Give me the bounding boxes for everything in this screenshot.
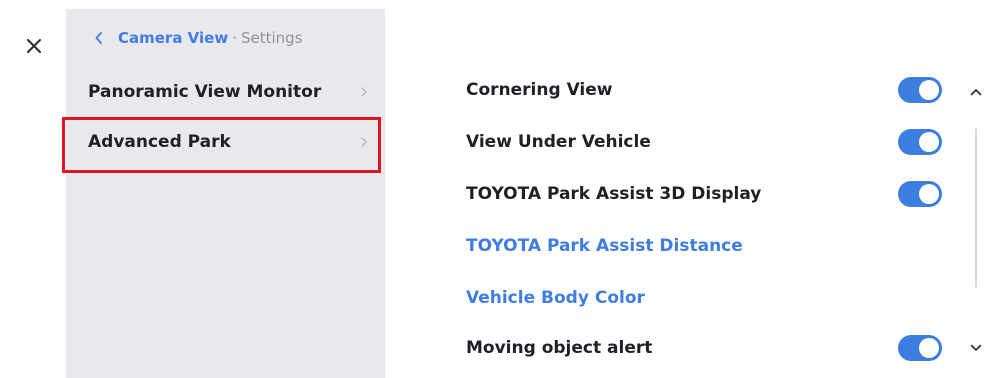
park-assist-distance-link[interactable]: TOYOTA Park Assist Distance (466, 220, 743, 272)
toggle-knob (919, 132, 939, 152)
park-assist-3d-display-toggle[interactable] (898, 181, 942, 207)
setting-vehicle-body-color: Vehicle Body Color (466, 272, 966, 324)
sidebar-item-advanced-park[interactable]: Advanced Park (66, 117, 385, 167)
setting-moving-object-alert: Moving object alert (466, 322, 966, 374)
toggle-knob (919, 80, 939, 100)
scrollbar-track[interactable] (975, 128, 977, 288)
chevron-up-icon (970, 89, 982, 96)
back-button[interactable] (92, 31, 106, 45)
cornering-view-toggle[interactable] (898, 77, 942, 103)
chevron-left-icon (95, 32, 102, 44)
setting-label: View Under Vehicle (466, 132, 651, 152)
setting-view-under-vehicle: View Under Vehicle (466, 116, 966, 168)
scroll-down-button[interactable] (964, 336, 988, 360)
sidebar-item-label: Advanced Park (88, 132, 231, 152)
breadcrumb: Camera View · Settings (92, 27, 303, 49)
sidebar-item-panoramic-view-monitor[interactable]: Panoramic View Monitor (66, 67, 385, 117)
toggle-knob (919, 184, 939, 204)
chevron-down-icon (970, 344, 982, 351)
breadcrumb-separator: · (232, 29, 237, 47)
setting-label: Moving object alert (466, 338, 653, 358)
moving-object-alert-toggle[interactable] (898, 335, 942, 361)
chevron-right-icon (361, 87, 367, 97)
setting-cornering-view: Cornering View (466, 64, 966, 116)
view-under-vehicle-toggle[interactable] (898, 129, 942, 155)
chevron-right-icon (361, 137, 367, 147)
close-button[interactable] (18, 30, 50, 62)
settings-screen: Camera View · Settings Panoramic View Mo… (0, 0, 998, 378)
vehicle-body-color-link[interactable]: Vehicle Body Color (466, 272, 645, 324)
close-icon (27, 39, 41, 53)
sidebar-item-label: Panoramic View Monitor (88, 82, 322, 102)
setting-park-assist-distance: TOYOTA Park Assist Distance (466, 220, 966, 272)
sidebar: Camera View · Settings Panoramic View Mo… (66, 9, 385, 378)
breadcrumb-current: Settings (240, 29, 303, 47)
scroll-up-button[interactable] (964, 80, 988, 104)
setting-label: TOYOTA Park Assist 3D Display (466, 184, 762, 204)
breadcrumb-parent-link[interactable]: Camera View (118, 29, 228, 47)
toggle-knob (919, 338, 939, 358)
setting-park-assist-3d-display: TOYOTA Park Assist 3D Display (466, 168, 966, 220)
setting-label: Cornering View (466, 80, 613, 100)
